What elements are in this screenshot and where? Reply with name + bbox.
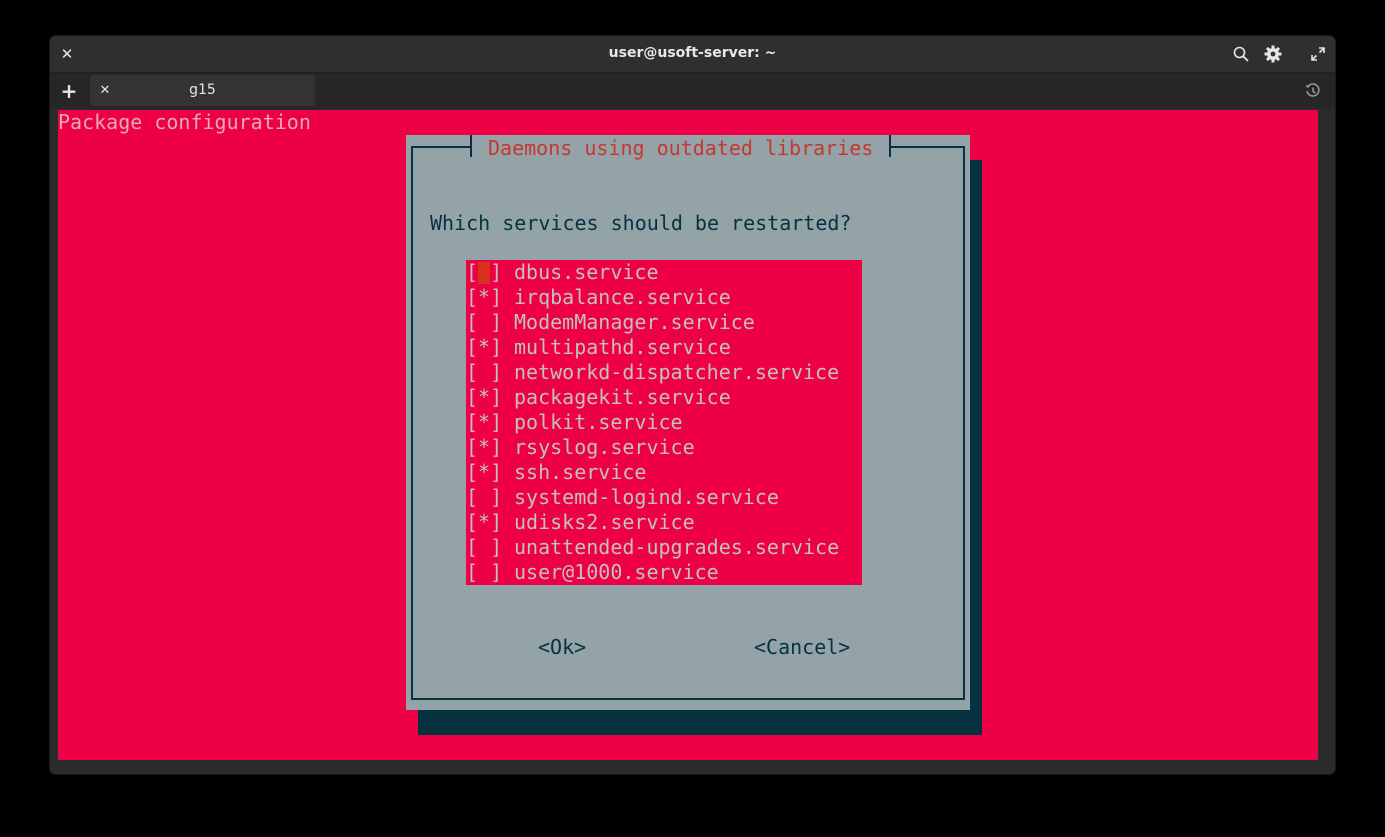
package-configuration-header: Package configuration [58,110,311,134]
service-checkbox[interactable]: [ ] [466,535,502,560]
service-item-modemmanager[interactable]: [ ] ModemManager.service [466,310,862,335]
search-icon [1233,46,1249,62]
service-checkbox[interactable]: [ ] [466,485,502,510]
terminal-area[interactable]: Package configuration Daemons using outd… [58,110,1318,760]
service-item-ssh[interactable]: [*] ssh.service [466,460,862,485]
history-button[interactable] [1302,80,1324,102]
title-bar: ✕ user@usoft-server: ~ [50,36,1335,73]
service-item-unattended-upgrades[interactable]: [ ] unattended-upgrades.service [466,535,862,560]
service-label: irqbalance.service [514,285,731,309]
service-item-polkit[interactable]: [*] polkit.service [466,410,862,435]
service-checkbox[interactable]: [ ] [466,310,502,335]
dialog-title: Daemons using outdated libraries [470,135,892,160]
tab-g15[interactable]: ✕ g15 [90,75,315,106]
history-icon [1305,83,1320,97]
service-item-dbus[interactable]: [ ] dbus.service [466,260,862,285]
service-checkbox[interactable]: [*] [466,385,502,410]
service-item-systemd-logind[interactable]: [ ] systemd-logind.service [466,485,862,510]
service-checkbox[interactable]: [*] [466,285,502,310]
window-title: user@usoft-server: ~ [608,45,777,61]
service-checkbox[interactable]: [*] [466,435,502,460]
selection-cursor [478,262,490,284]
service-item-udisks2[interactable]: [*] udisks2.service [466,510,862,535]
service-checkbox[interactable]: [*] [466,335,502,360]
service-label: polkit.service [514,410,683,434]
ok-button[interactable]: <Ok> [538,635,586,660]
dialog-question: Which services should be restarted? [430,211,852,235]
service-item-packagekit[interactable]: [*] packagekit.service [466,385,862,410]
maximize-icon [1311,47,1325,61]
service-item-user-1000[interactable]: [ ] user@1000.service [466,560,862,585]
service-checkbox[interactable]: [ ] [466,360,502,385]
service-label: user@1000.service [514,560,719,584]
service-label: ssh.service [514,460,647,484]
service-label: packagekit.service [514,385,731,409]
tab-label: g15 [189,82,216,98]
plus-icon: + [60,79,78,103]
service-label: unattended-upgrades.service [514,535,840,559]
service-checkbox[interactable]: [*] [466,510,502,535]
service-item-networkd-dispatcher[interactable]: [ ] networkd-dispatcher.service [466,360,862,385]
tab-bar: + ✕ g15 [50,73,1335,109]
service-checkbox[interactable]: [ ] [466,560,502,585]
gear-icon [1264,45,1282,63]
service-label: ModemManager.service [514,310,755,334]
settings-button[interactable] [1262,43,1284,65]
service-label: udisks2.service [514,510,695,534]
service-label: dbus.service [514,260,659,284]
service-checkbox[interactable]: [*] [466,460,502,485]
service-label: systemd-logind.service [514,485,779,509]
search-button[interactable] [1230,43,1252,65]
service-checkbox[interactable]: [*] [466,410,502,435]
service-label: networkd-dispatcher.service [514,360,840,384]
maximize-button[interactable] [1307,43,1329,65]
cancel-button[interactable]: <Cancel> [754,635,850,660]
new-tab-button[interactable]: + [58,79,80,103]
service-item-multipathd[interactable]: [*] multipathd.service [466,335,862,360]
services-list[interactable]: [ ] dbus.service [*] irqbalance.service … [466,260,862,585]
terminal-window: ✕ user@usoft-server: ~ + ✕ g15 Package c… [50,36,1335,774]
service-item-rsyslog[interactable]: [*] rsyslog.service [466,435,862,460]
service-label: rsyslog.service [514,435,695,459]
service-label: multipathd.service [514,335,731,359]
service-item-irqbalance[interactable]: [*] irqbalance.service [466,285,862,310]
services-dialog: Daemons using outdated libraries Which s… [406,135,970,710]
